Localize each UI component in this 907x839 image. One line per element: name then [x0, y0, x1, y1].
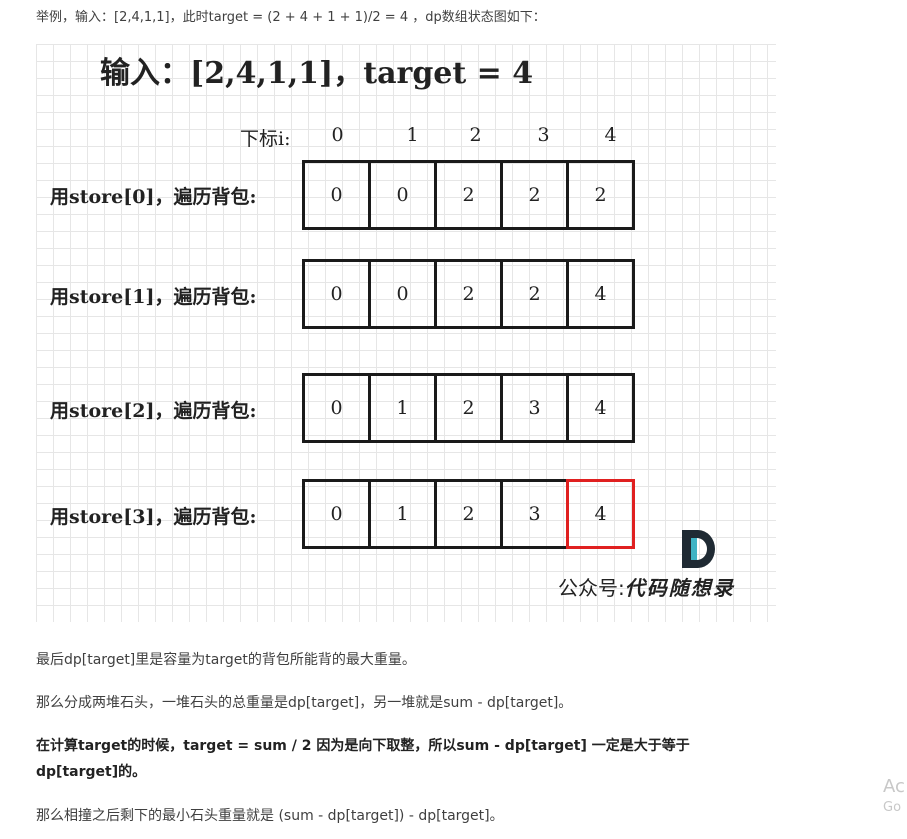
index-0: 0 — [331, 124, 344, 146]
dp-cell: 4 — [566, 373, 635, 443]
index-2: 2 — [469, 124, 482, 146]
paragraph-3-bold: 在计算target的时候，target = sum / 2 因为是向下取整，所以… — [36, 738, 690, 780]
dp-cell: 2 — [500, 160, 569, 230]
paragraph-4: 那么相撞之后剩下的最小石头重量就是 (sum - dp[target]) - d… — [36, 808, 504, 824]
index-3: 3 — [537, 124, 550, 146]
dp-cell: 2 — [434, 479, 503, 549]
activation-watermark: Ac — [883, 776, 905, 797]
brand-caption: 公众号:代码随想录 — [558, 572, 735, 601]
dp-cell: 0 — [368, 160, 437, 230]
dp-cell: 1 — [368, 479, 437, 549]
dp-cell: 0 — [368, 259, 437, 329]
index-4: 4 — [604, 124, 617, 146]
dp-row-2: 0 1 2 3 4 — [302, 373, 646, 443]
dp-cell: 0 — [302, 479, 371, 549]
activation-watermark-sub: Go — [883, 800, 902, 815]
dp-cell: 4 — [566, 259, 635, 329]
dp-cell: 2 — [434, 259, 503, 329]
dp-cell: 3 — [500, 373, 569, 443]
dp-cell: 2 — [434, 160, 503, 230]
dp-cell: 0 — [302, 160, 371, 230]
dp-cell: 0 — [302, 373, 371, 443]
dp-row-0: 0 0 2 2 2 — [302, 160, 646, 230]
figure-title: 输入：[2,4,1,1]，target = 4 — [100, 56, 534, 91]
daima-logo-icon — [682, 530, 715, 568]
row-label-store-0: 用store[0]，遍历背包: — [50, 186, 257, 208]
paragraph-2: 那么分成两堆石头，一堆石头的总重量是dp[target]，另一堆就是sum - … — [36, 695, 573, 711]
index-1: 1 — [406, 124, 419, 146]
dp-state-figure: 输入：[2,4,1,1]，target = 4 下标i: 0 1 2 3 4 用… — [36, 44, 776, 622]
index-label: 下标i: — [240, 128, 291, 150]
dp-cell: 0 — [302, 259, 371, 329]
dp-cell: 2 — [566, 160, 635, 230]
row-label-store-2: 用store[2]，遍历背包: — [50, 400, 257, 422]
row-label-store-1: 用store[1]，遍历背包: — [50, 286, 257, 308]
intro-text: 举例，输入：[2,4,1,1]，此时target = (2 + 4 + 1 + … — [36, 10, 546, 25]
dp-cell-highlighted: 4 — [566, 479, 635, 549]
brand-prefix: 公众号: — [558, 576, 625, 600]
dp-row-1: 0 0 2 2 4 — [302, 259, 646, 329]
dp-cell: 2 — [434, 373, 503, 443]
row-label-store-3: 用store[3]，遍历背包: — [50, 506, 257, 528]
dp-cell: 2 — [500, 259, 569, 329]
brand-name: 代码随想录 — [624, 576, 735, 600]
paragraph-1: 最后dp[target]里是容量为target的背包所能背的最大重量。 — [36, 652, 416, 668]
dp-cell: 3 — [500, 479, 569, 549]
dp-row-3: 0 1 2 3 4 — [302, 479, 646, 549]
dp-cell: 1 — [368, 373, 437, 443]
